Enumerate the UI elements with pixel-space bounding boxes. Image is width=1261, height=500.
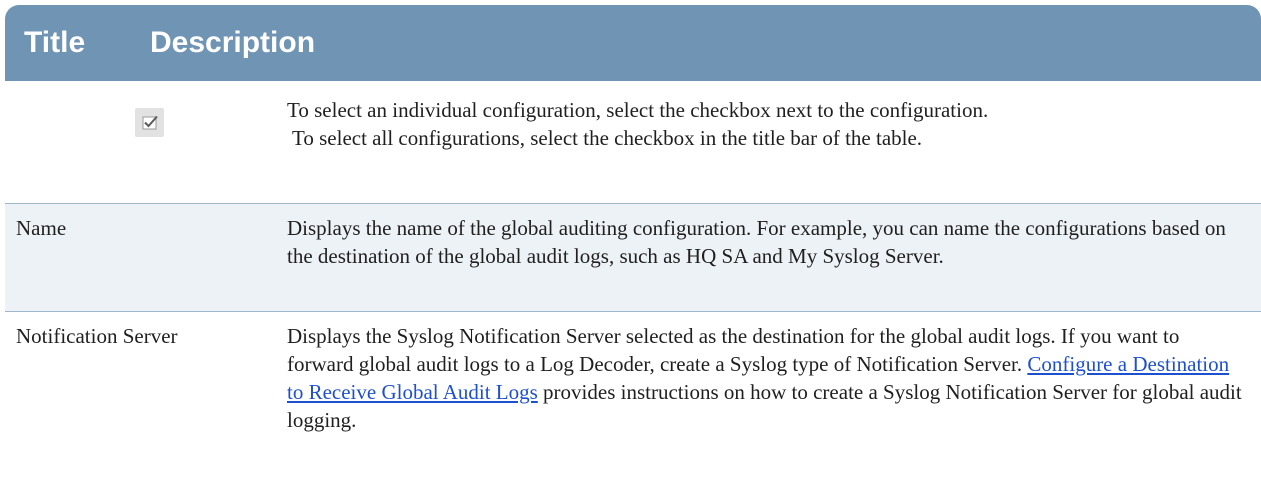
- row-description: Displays the name of the global auditing…: [287, 216, 1226, 268]
- table-row: Notification Server Displays the Syslog …: [5, 312, 1261, 500]
- row-description: Displays the Syslog Notification Server …: [287, 322, 1247, 434]
- checkbox-checked-icon: [135, 108, 164, 137]
- column-header-title: Title: [24, 26, 86, 59]
- configuration-table: Title Description To select an individua…: [5, 5, 1261, 500]
- row-description: To select an individual configuration, s…: [287, 96, 1247, 152]
- description-line: To select an individual configuration, s…: [287, 98, 989, 122]
- row-title: Name: [16, 216, 67, 240]
- column-header-description: Description: [150, 26, 316, 59]
- table-header: Title Description: [5, 5, 1261, 81]
- table-row: To select an individual configuration, s…: [5, 81, 1261, 204]
- description-line: To select all configurations, select the…: [292, 126, 923, 150]
- row-title: Notification Server: [16, 324, 178, 348]
- table-row: Name Displays the name of the global aud…: [5, 204, 1261, 312]
